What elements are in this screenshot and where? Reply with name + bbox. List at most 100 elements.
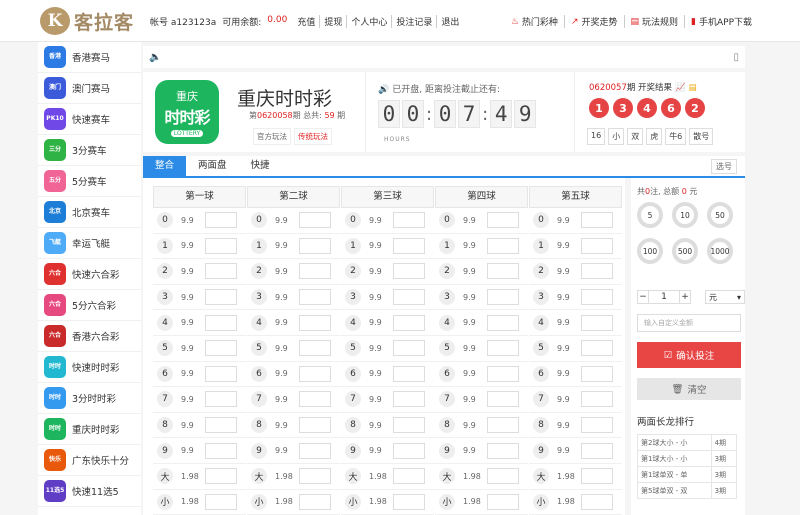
withdraw-link[interactable]: 提现 bbox=[319, 15, 346, 28]
confirm-bet-button[interactable]: ☑ 确认投注 bbox=[637, 342, 741, 368]
amount-input[interactable]: 输入自定义金额 bbox=[637, 314, 741, 332]
bet-amount-input[interactable] bbox=[487, 340, 519, 357]
sidebar-item[interactable]: 澳门 澳门赛马 bbox=[38, 73, 141, 104]
bet-amount-input[interactable] bbox=[393, 417, 425, 434]
bet-amount-input[interactable] bbox=[299, 417, 331, 434]
chip[interactable]: 100 bbox=[637, 238, 663, 264]
bet-amount-input[interactable] bbox=[393, 365, 425, 382]
bet-row[interactable]: 3 9.9 bbox=[341, 285, 434, 311]
bet-amount-input[interactable] bbox=[487, 365, 519, 382]
bet-amount-input[interactable] bbox=[299, 365, 331, 382]
sidebar-item[interactable]: 六合 香港六合彩 bbox=[38, 321, 141, 352]
bet-row[interactable]: 6 9.9 bbox=[247, 362, 340, 388]
notice-close-icon[interactable]: ▯ bbox=[733, 52, 739, 63]
rules-link[interactable]: ▤ 玩法规则 bbox=[623, 15, 685, 28]
chip[interactable]: 10 bbox=[672, 202, 698, 228]
bet-row[interactable]: 9 9.9 bbox=[529, 438, 622, 464]
bet-row[interactable]: 7 9.9 bbox=[247, 387, 340, 413]
bet-amount-input[interactable] bbox=[487, 289, 519, 306]
bet-row[interactable]: 1 9.9 bbox=[247, 234, 340, 260]
bet-row[interactable]: 2 9.9 bbox=[435, 259, 528, 285]
chip[interactable]: 5 bbox=[637, 202, 663, 228]
bet-row[interactable]: 6 9.9 bbox=[153, 362, 246, 388]
chip[interactable]: 50 bbox=[707, 202, 733, 228]
bet-row[interactable]: 4 9.9 bbox=[529, 310, 622, 336]
bet-amount-input[interactable] bbox=[205, 314, 237, 331]
bet-amount-input[interactable] bbox=[487, 391, 519, 408]
increase-button[interactable]: + bbox=[679, 290, 691, 304]
bet-row[interactable]: 5 9.9 bbox=[247, 336, 340, 362]
bet-row[interactable]: 8 9.9 bbox=[529, 413, 622, 439]
bet-amount-input[interactable] bbox=[205, 263, 237, 280]
bet-row[interactable]: 4 9.9 bbox=[341, 310, 434, 336]
bet-record-link[interactable]: 投注记录 bbox=[391, 15, 436, 28]
list-icon[interactable]: ▤ bbox=[689, 83, 697, 93]
bet-row[interactable]: 9 9.9 bbox=[341, 438, 434, 464]
bet-row[interactable]: 5 9.9 bbox=[529, 336, 622, 362]
bet-amount-input[interactable] bbox=[205, 468, 237, 485]
bet-amount-input[interactable] bbox=[393, 391, 425, 408]
bet-row[interactable]: 4 9.9 bbox=[247, 310, 340, 336]
bet-amount-input[interactable] bbox=[581, 391, 613, 408]
bet-amount-input[interactable] bbox=[299, 340, 331, 357]
bet-row[interactable]: 4 9.9 bbox=[435, 310, 528, 336]
bet-row[interactable]: 1 9.9 bbox=[435, 234, 528, 260]
clear-button[interactable]: 🗑 清空 bbox=[637, 378, 741, 400]
bet-amount-input[interactable] bbox=[299, 314, 331, 331]
bet-row[interactable]: 大 1.98 bbox=[341, 464, 434, 490]
bet-row[interactable]: 8 9.9 bbox=[153, 413, 246, 439]
bet-row[interactable]: 4 9.9 bbox=[153, 310, 246, 336]
bet-amount-input[interactable] bbox=[487, 263, 519, 280]
sidebar-item[interactable]: 11选5 快速11选5 bbox=[38, 476, 141, 507]
chart-icon[interactable]: 📈 bbox=[675, 83, 686, 93]
bet-amount-input[interactable] bbox=[299, 289, 331, 306]
decrease-button[interactable]: − bbox=[637, 290, 649, 304]
tab-two-sides[interactable]: 两面盘 bbox=[186, 156, 239, 176]
pick-number-button[interactable]: 选号 bbox=[711, 159, 737, 174]
bet-row[interactable]: 5 9.9 bbox=[435, 336, 528, 362]
hot-lottery-link[interactable]: ♨ 热门彩种 bbox=[505, 15, 564, 29]
bet-amount-input[interactable] bbox=[393, 263, 425, 280]
trend-link[interactable]: ↗ 开奖走势 bbox=[563, 15, 624, 28]
bet-row[interactable]: 9 9.9 bbox=[435, 438, 528, 464]
bet-row[interactable]: 3 9.9 bbox=[435, 285, 528, 311]
profile-link[interactable]: 个人中心 bbox=[346, 15, 391, 28]
bet-row[interactable]: 小 1.98 bbox=[247, 490, 340, 515]
chip[interactable]: 500 bbox=[672, 238, 698, 264]
bet-row[interactable]: 6 9.9 bbox=[341, 362, 434, 388]
bet-row[interactable]: 2 9.9 bbox=[341, 259, 434, 285]
bet-row[interactable]: 8 9.9 bbox=[435, 413, 528, 439]
traditional-mode-button[interactable]: 传统玩法 bbox=[294, 128, 332, 145]
bet-amount-input[interactable] bbox=[205, 212, 237, 229]
sidebar-item[interactable]: 快乐 广东快乐十分 bbox=[38, 445, 141, 476]
sidebar-item[interactable]: 香港 香港赛马 bbox=[38, 42, 141, 73]
bet-amount-input[interactable] bbox=[205, 417, 237, 434]
bet-row[interactable]: 7 9.9 bbox=[435, 387, 528, 413]
bet-row[interactable]: 2 9.9 bbox=[247, 259, 340, 285]
bet-amount-input[interactable] bbox=[299, 391, 331, 408]
bet-row[interactable]: 9 9.9 bbox=[247, 438, 340, 464]
bet-row[interactable]: 6 9.9 bbox=[435, 362, 528, 388]
sidebar-item[interactable]: 飞艇 幸运飞艇 bbox=[38, 228, 141, 259]
bet-row[interactable]: 0 9.9 bbox=[529, 208, 622, 234]
sidebar-item[interactable]: 六合 5分六合彩 bbox=[38, 290, 141, 321]
bet-row[interactable]: 7 9.9 bbox=[153, 387, 246, 413]
bet-row[interactable]: 1 9.9 bbox=[153, 234, 246, 260]
bet-amount-input[interactable] bbox=[393, 212, 425, 229]
bet-row[interactable]: 大 1.98 bbox=[153, 464, 246, 490]
app-download-link[interactable]: ▮ 手机APP下载 bbox=[684, 15, 758, 28]
bet-amount-input[interactable] bbox=[299, 263, 331, 280]
bet-amount-input[interactable] bbox=[487, 493, 519, 510]
bet-amount-input[interactable] bbox=[487, 442, 519, 459]
sidebar-item[interactable]: 三分 3分赛车 bbox=[38, 135, 141, 166]
bet-row[interactable]: 6 9.9 bbox=[529, 362, 622, 388]
bet-amount-input[interactable] bbox=[299, 468, 331, 485]
bet-amount-input[interactable] bbox=[581, 314, 613, 331]
bet-amount-input[interactable] bbox=[205, 289, 237, 306]
tab-combined[interactable]: 整合 bbox=[143, 156, 187, 176]
multiplier-value[interactable]: 1 bbox=[649, 290, 679, 304]
unit-select[interactable]: 元 ▾ bbox=[705, 290, 745, 304]
bet-row[interactable]: 1 9.9 bbox=[341, 234, 434, 260]
bet-amount-input[interactable] bbox=[581, 212, 613, 229]
tab-quick[interactable]: 快捷 bbox=[239, 156, 282, 176]
